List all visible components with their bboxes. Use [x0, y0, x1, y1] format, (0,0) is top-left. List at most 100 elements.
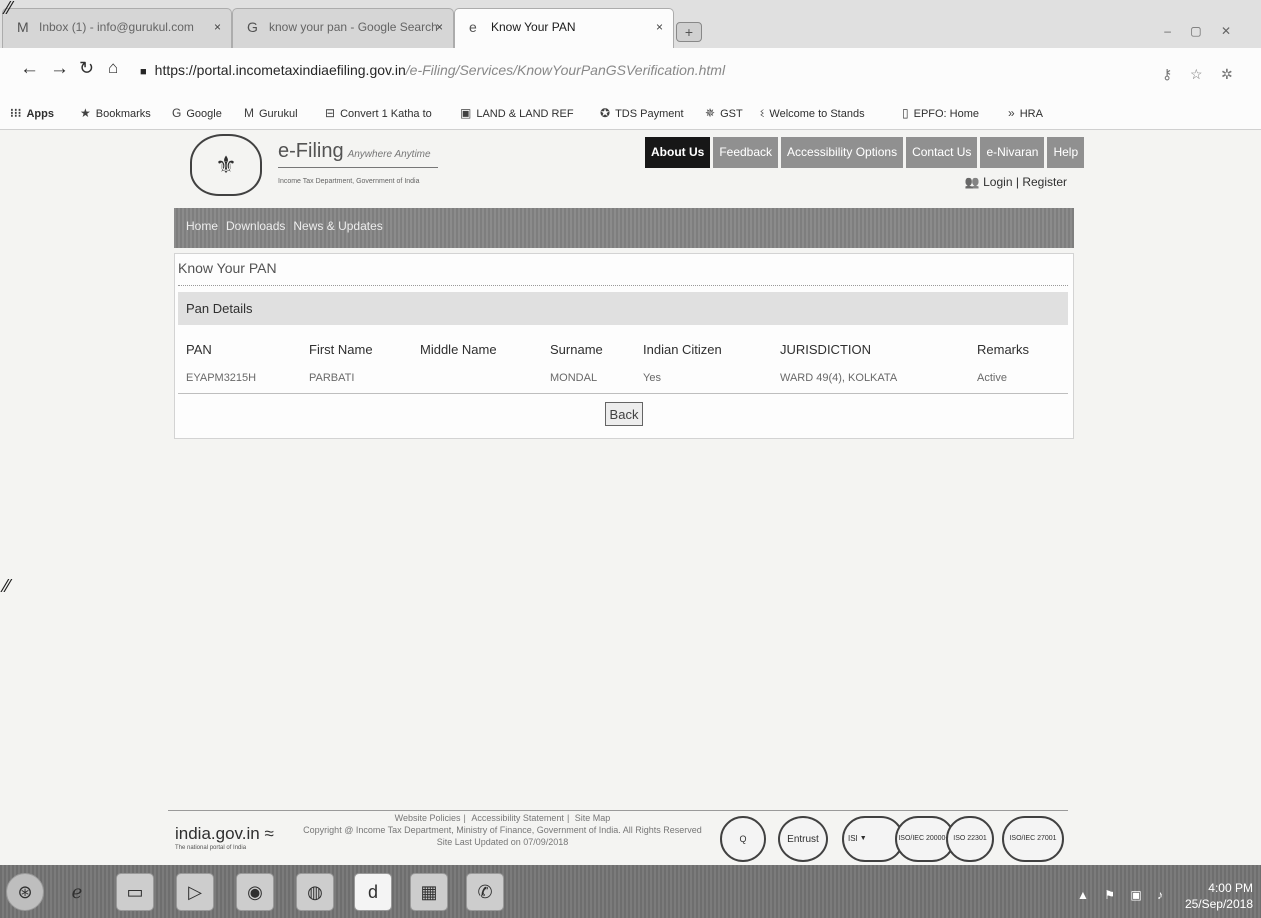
register-link[interactable]: Register [1022, 175, 1067, 189]
bookmark-google[interactable]: G Google [172, 106, 222, 120]
tab-know-your-pan[interactable]: e Know Your PAN × [454, 8, 674, 49]
doc-icon: ▣ [460, 106, 472, 120]
window-controls[interactable]: – ▢ ✕ [1164, 24, 1239, 38]
tab-google-search[interactable]: G know your pan - Google Search × [232, 8, 454, 48]
footer-link-site-map[interactable]: Site Map [575, 813, 611, 823]
key-icon[interactable]: ⚷ [1162, 66, 1172, 83]
column-header-middle-name: Middle Name [420, 342, 497, 357]
iso-27001-seal-icon: ISO/IEC 27001 [1002, 816, 1064, 862]
start-button-icon[interactable]: ⊛ [6, 873, 44, 911]
messenger-icon[interactable]: ✆ [466, 873, 504, 911]
d-app-icon[interactable]: d [354, 873, 392, 911]
forward-arrow-icon[interactable]: → [50, 58, 69, 80]
back-button[interactable]: Back [605, 402, 643, 426]
entrust-seal-icon: Entrust [778, 816, 828, 862]
internet-explorer-icon[interactable]: ℯ [58, 873, 96, 911]
media-player-icon[interactable]: ▷ [176, 873, 214, 911]
footer-divider [168, 810, 1068, 811]
bookmark-hra[interactable]: » HRA [1008, 106, 1043, 120]
footer-link-website-policies[interactable]: Website Policies [395, 813, 461, 823]
system-tray-icons[interactable]: ▲ ⚑ ▣ ♪ [1077, 888, 1169, 902]
nav-home[interactable]: Home [186, 219, 218, 248]
column-header-pan: PAN [186, 342, 212, 357]
tab-inbox[interactable]: M Inbox (1) - info@gurukul.com × [2, 8, 232, 48]
brand-subtitle: Income Tax Department, Government of Ind… [278, 178, 420, 185]
clock[interactable]: 4:00 PM 25/Sep/2018 [1185, 880, 1253, 912]
nav-news-updates[interactable]: News & Updates [293, 219, 382, 248]
app-icon[interactable]: ◍ [296, 873, 334, 911]
brand-title[interactable]: e-Filing Anywhere Anytime [278, 140, 431, 163]
nav-e-nivaran[interactable]: e-Nivaran [980, 137, 1045, 168]
nav-accessibility-options[interactable]: Accessibility Options [781, 137, 904, 168]
tab-label: Inbox (1) - info@gurukul.com [39, 20, 194, 34]
footer-link-accessibility-statement[interactable]: Accessibility Statement [471, 813, 564, 823]
ie-icon: e [469, 19, 477, 35]
google-icon: G [172, 106, 182, 120]
bookmark-star-icon[interactable]: ☆ [1190, 66, 1203, 83]
copyright-text: Copyright @ Income Tax Department, Minis… [303, 825, 702, 835]
clock-date: 25/Sep/2018 [1184, 897, 1253, 911]
footer-text: Website Policies | Accessibility Statemen… [300, 812, 705, 848]
gst-icon: ✵ [705, 106, 716, 120]
cell-surname: MONDAL [550, 372, 598, 384]
brand-tagline: Anywhere Anytime [347, 149, 431, 160]
cell-pan: EYAPM3215H [186, 372, 257, 384]
close-icon[interactable]: × [656, 20, 663, 34]
close-icon[interactable]: × [214, 20, 221, 34]
top-nav: About Us Feedback Accessibility Options … [645, 137, 1087, 168]
column-header-remarks: Remarks [977, 342, 1030, 357]
bookmark-apps[interactable]: ⁝⁝⁝ Apps [10, 106, 54, 120]
home-icon[interactable]: ⌂ [108, 58, 118, 78]
bookmark-tds-payment[interactable]: ✪ TDS Payment [600, 106, 684, 120]
google-icon: G [247, 19, 258, 35]
calculator-icon[interactable]: ▦ [410, 873, 448, 911]
nav-about-us[interactable]: About Us [645, 137, 711, 168]
bookmark-epfo[interactable]: ▯ EPFO: Home [902, 106, 979, 120]
scan-pen-mark-icon: ⁄⁄ [4, 576, 11, 596]
gmail-icon: M [17, 19, 29, 35]
bookmark-gurukul[interactable]: M Gurukul [244, 106, 298, 120]
back-arrow-icon[interactable]: ← [20, 58, 39, 80]
file-explorer-icon[interactable]: ▭ [116, 873, 154, 911]
cell-first-name: PARBATI [309, 372, 355, 384]
page-title: Know Your PAN [178, 260, 277, 276]
cell-jurisdiction: WARD 49(4), KOLKATA [780, 372, 898, 384]
column-header-jurisdiction: JURISDICTION [780, 342, 871, 357]
close-icon[interactable]: × [436, 20, 443, 34]
clock-time: 4:00 PM [1208, 881, 1253, 895]
gmail-icon: M [244, 106, 254, 120]
nav-contact-us[interactable]: Contact Us [906, 137, 978, 168]
bookmark-land-ref[interactable]: ▣ LAND & LAND REF [460, 106, 574, 120]
bookmark-stands[interactable]: ଽ Welcome to Stands [760, 106, 865, 121]
row-divider [178, 393, 1068, 394]
tricolor-swoosh-icon: ≈ [259, 824, 274, 843]
nav-feedback[interactable]: Feedback [713, 137, 779, 168]
chrome-icon[interactable]: ◉ [236, 873, 274, 911]
extension-icon[interactable]: ✲ [1221, 66, 1233, 83]
cell-remarks: Active [977, 372, 1007, 384]
footer-links: Website Policies | Accessibility Statemen… [394, 813, 611, 823]
file-icon: ▯ [902, 106, 909, 120]
nav-downloads[interactable]: Downloads [226, 219, 285, 248]
quality-seal-icon: Q [720, 816, 766, 862]
column-header-surname: Surname [550, 342, 603, 357]
login-link[interactable]: Login [983, 175, 1012, 189]
new-tab-button[interactable]: + [676, 22, 702, 42]
column-header-indian-citizen: Indian Citizen [643, 342, 722, 357]
title-divider [178, 285, 1068, 286]
reload-icon[interactable]: ↻ [79, 58, 94, 79]
emblem-logo[interactable]: ⚜ [190, 134, 262, 196]
column-header-first-name: First Name [309, 342, 373, 357]
tds-icon: ✪ [600, 106, 611, 120]
login-register: 👥 Login | Register [964, 175, 1067, 189]
bookmark-bookmarks[interactable]: ★ Bookmarks [80, 106, 151, 120]
bookmark-convert-katha[interactable]: ⊟ Convert 1 Katha to [325, 106, 432, 120]
bookmark-gst[interactable]: ✵ GST [705, 106, 743, 120]
pan-details-header: Pan Details [178, 292, 1068, 325]
iso-22301-seal-icon: ISO 22301 [946, 816, 994, 862]
last-updated-text: Site Last Updated on 07/09/2018 [436, 837, 569, 847]
address-bar[interactable]: ■ https://portal.incometaxindiaefiling.go… [140, 58, 1040, 84]
india-gov-tagline: The national portal of India [175, 845, 247, 851]
nav-help[interactable]: Help [1047, 137, 1085, 168]
india-gov-logo[interactable]: india.gov.in ≈ [175, 824, 274, 844]
